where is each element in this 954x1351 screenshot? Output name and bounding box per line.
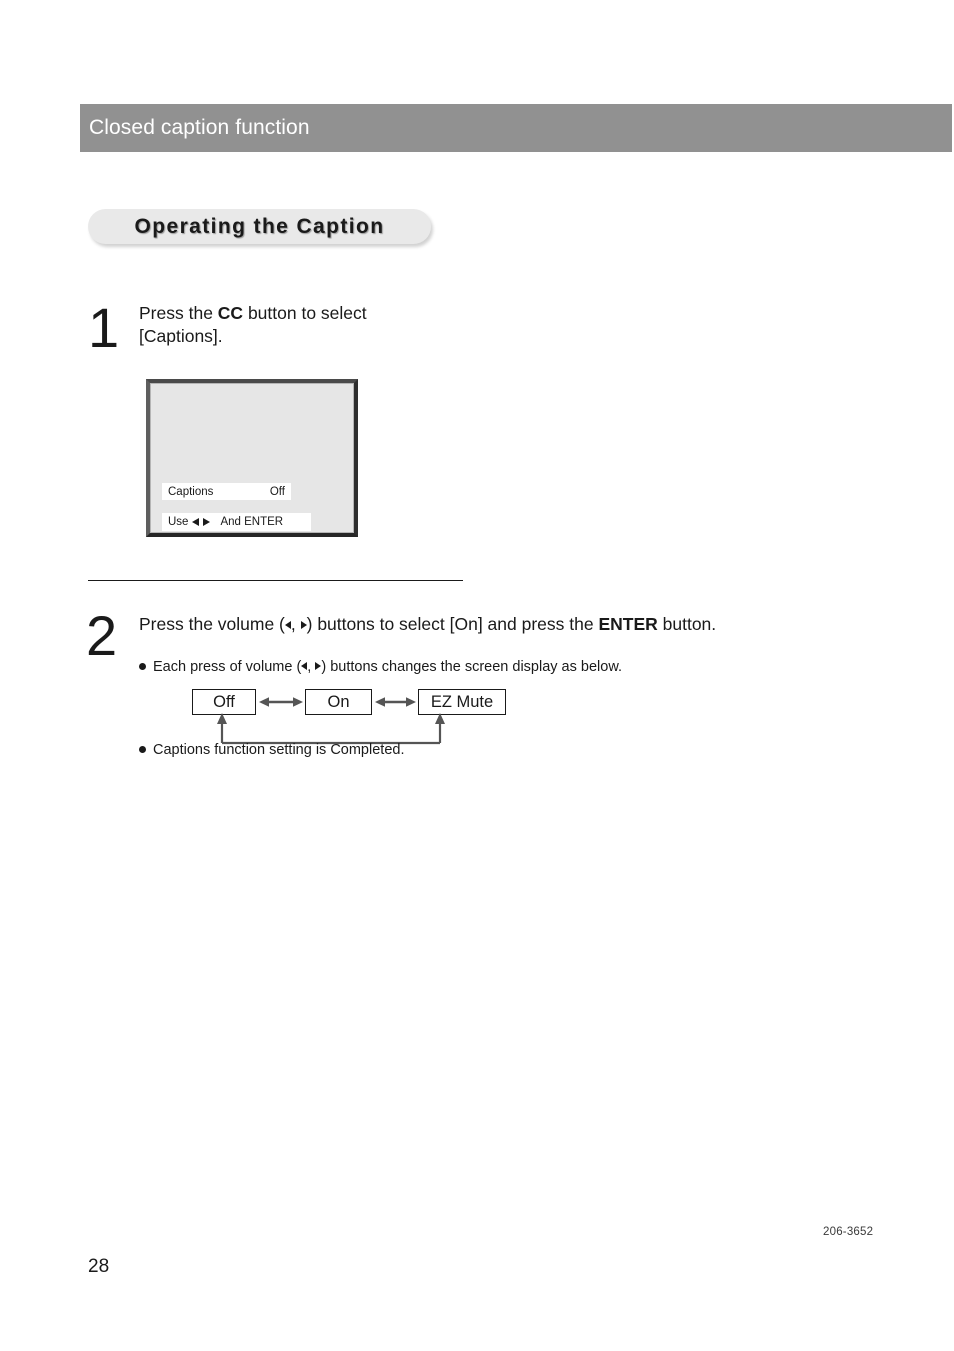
step-2-bullet-1-suffix: ) buttons changes the screen display as …: [321, 659, 623, 675]
step-1-number: 1: [88, 296, 120, 359]
bullet-dot-icon: [139, 746, 146, 753]
step-2-bullet-comma: ,: [307, 659, 316, 675]
osd-hint-suffix: And ENTER: [220, 516, 284, 528]
bullet-dot-icon: [139, 663, 146, 670]
osd-hint-row: Use And ENTER: [162, 513, 311, 531]
page-title: Closed caption function: [89, 116, 310, 139]
section-badge-label: Operating the Caption: [134, 214, 385, 238]
step-2-instruction: Press the volume (, ) buttons to select …: [139, 612, 839, 636]
step-1-text-suffix: button to select: [243, 303, 367, 323]
step-2-text-mid: ) buttons to select [On] and press the: [306, 614, 599, 634]
osd-captions-row: Captions Off: [162, 483, 291, 500]
step-2-enter-button-label: ENTER: [598, 614, 658, 634]
flow-arrow-on-ezmute-icon: [375, 697, 416, 707]
document-code: 206-3652: [823, 1226, 874, 1238]
step-2-bullet-2: Captions function setting is Completed.: [139, 740, 404, 760]
flow-box-on: On: [305, 689, 372, 715]
step-2-bullet-2-label: Captions function setting is Completed.: [153, 742, 405, 758]
document-page: Closed caption function Operating the Ca…: [0, 0, 954, 1351]
step-2-bullet-1-prefix: Each press of volume (: [153, 659, 302, 675]
osd-captions-value: Off: [269, 485, 285, 498]
step-2-text-suffix: button.: [657, 614, 717, 634]
step-2-number: 2: [86, 604, 118, 667]
section-badge: Operating the Caption: [88, 209, 431, 244]
step-2-text-prefix: Press the volume (: [139, 614, 285, 634]
flow-arrow-off-on-icon: [259, 697, 303, 707]
osd-hint-prefix: Use: [168, 516, 189, 528]
page-number: 28: [88, 1256, 110, 1277]
section-divider: [88, 580, 463, 581]
step-1-text-prefix: Press the: [139, 303, 218, 323]
step-2-comma: ,: [290, 614, 301, 634]
flow-box-ez-mute: EZ Mute: [418, 689, 506, 715]
osd-captions-label: Captions: [168, 485, 214, 498]
flow-box-off: Off: [192, 689, 256, 715]
step-1-cc-button-label: CC: [217, 303, 244, 323]
step-2-bullet-1: Each press of volume (, ) buttons change…: [139, 657, 622, 677]
arrow-right-icon: [203, 518, 211, 526]
step-1-text-second-line: [Captions].: [139, 326, 223, 346]
step-1-instruction: Press the CC button to select [Captions]…: [139, 302, 463, 348]
arrow-left-icon: [192, 518, 200, 526]
page-header-bar: Closed caption function: [80, 104, 952, 152]
